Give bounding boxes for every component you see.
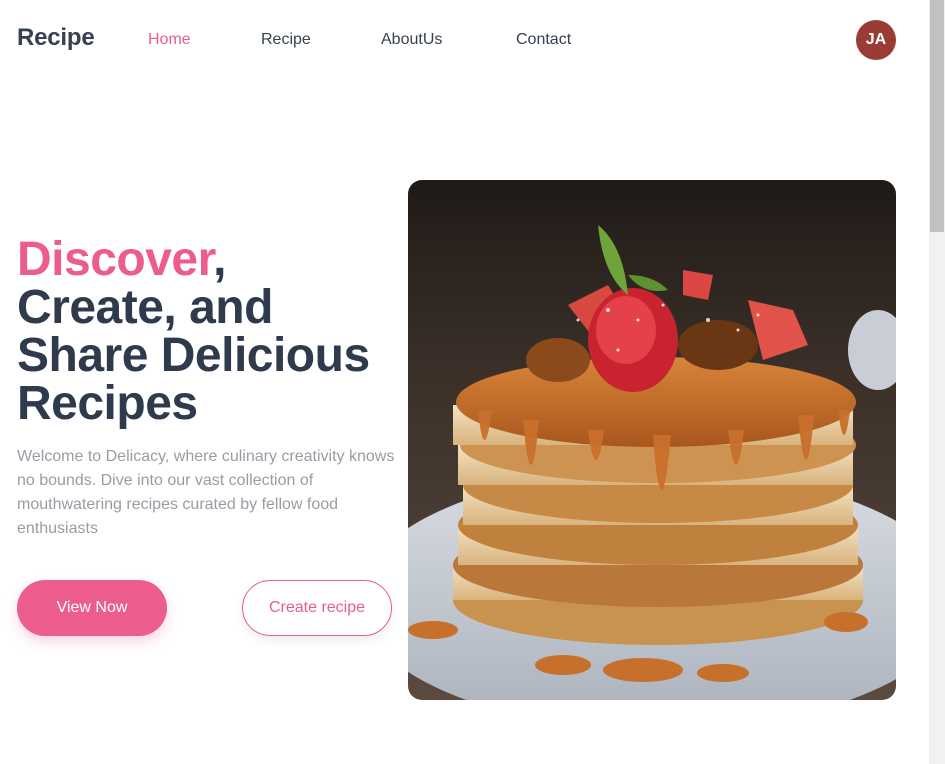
nav-aboutus-link[interactable]: AboutUs: [381, 31, 442, 49]
view-now-button[interactable]: View Now: [17, 580, 167, 636]
headline-comma: ,: [213, 233, 226, 286]
scrollbar-thumb[interactable]: [930, 0, 944, 232]
hero-headline: Discover, Create, and Share Delicious Re…: [17, 236, 397, 428]
headline-line-2: Create, and: [17, 281, 273, 334]
hero-description: Welcome to Delicacy, where culinary crea…: [17, 448, 395, 537]
user-avatar[interactable]: JA: [856, 20, 896, 60]
brand-logo[interactable]: Recipe: [17, 24, 95, 52]
create-recipe-button[interactable]: Create recipe: [242, 580, 392, 636]
pancake-stack-image: [408, 180, 896, 700]
nav-recipe-link[interactable]: Recipe: [261, 31, 311, 49]
nav-home-link[interactable]: Home: [148, 31, 191, 49]
page: Recipe Home Recipe AboutUs Contact JA Di…: [0, 0, 929, 764]
nav-contact-link[interactable]: Contact: [516, 31, 571, 49]
headline-accent: Discover: [17, 233, 214, 286]
headline-line-4: Recipes: [17, 377, 198, 430]
headline-line-3: Share Delicious: [17, 329, 370, 382]
